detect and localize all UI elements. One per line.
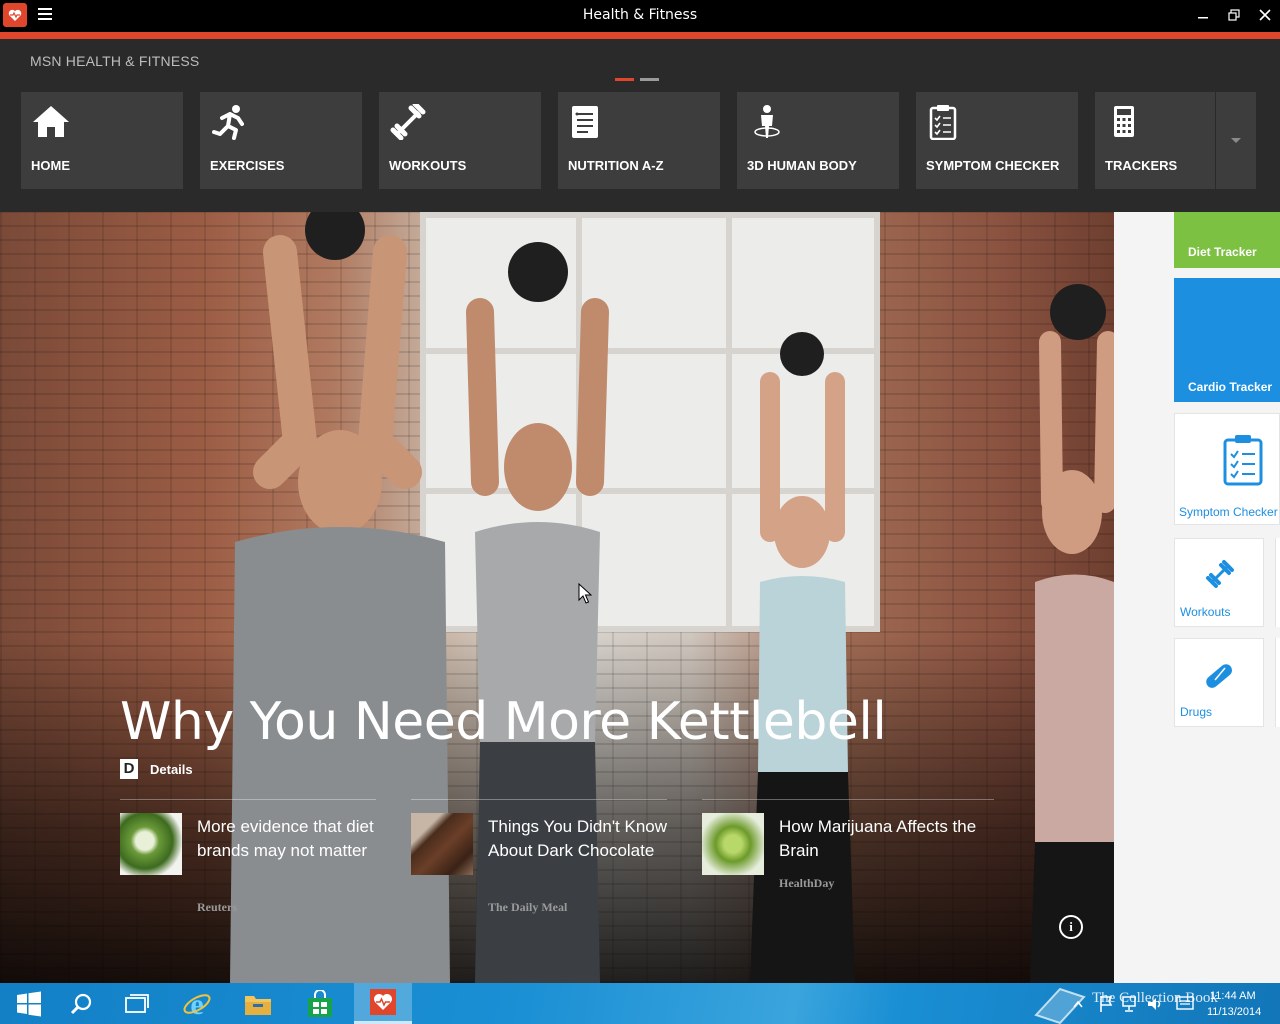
nav-expand-button[interactable] <box>1215 92 1256 189</box>
nav-tile-label: HOME <box>31 158 70 173</box>
tile-edge[interactable] <box>1275 538 1280 627</box>
tile-label: Diet Tracker <box>1188 245 1257 259</box>
app-brand: MSN HEALTH & FITNESS <box>30 53 200 69</box>
nav-tile-label: TRACKERS <box>1105 158 1178 173</box>
nav-tile-symptom-checker[interactable]: SYMPTOM CHECKER <box>916 92 1078 189</box>
story-source: HealthDay <box>779 876 835 890</box>
keyboard-icon[interactable] <box>1176 995 1194 1011</box>
story-headline[interactable]: How Marijuana Affects the Brain <box>779 815 994 863</box>
nav-tile-label: 3D HUMAN BODY <box>747 158 857 173</box>
clock-time[interactable]: 11:44 AM <box>1210 990 1256 1002</box>
nav-tile-workouts[interactable]: WORKOUTS <box>379 92 541 189</box>
nav-tile-nutrition[interactable]: NUTRITION A-Z <box>558 92 720 189</box>
restore-button[interactable] <box>1221 4 1247 26</box>
page-dot-active[interactable] <box>615 78 634 81</box>
search-button[interactable] <box>52 983 110 1024</box>
taskbar: e The Collection Book 11:44 AM 11/13/201… <box>0 983 1280 1024</box>
dumbbell-icon <box>390 104 426 140</box>
task-view-icon <box>125 993 149 1013</box>
action-flag-icon[interactable] <box>1098 995 1114 1013</box>
story-source: Reuters <box>197 900 237 914</box>
minimize-button[interactable] <box>1190 4 1216 26</box>
close-button[interactable] <box>1252 4 1278 26</box>
tile-label: Workouts <box>1180 605 1231 619</box>
person-figure <box>1030 284 1114 983</box>
tile-label: Symptom Checker <box>1179 505 1278 519</box>
chevron-down-icon <box>1231 137 1241 143</box>
symptom-checker-tile[interactable]: Symptom Checker <box>1174 413 1280 525</box>
navigation-area: MSN HEALTH & FITNESS HOME EXERCISES WORK… <box>0 39 1280 212</box>
workouts-tile[interactable]: Workouts <box>1174 538 1264 627</box>
nav-tile-3d-human-body[interactable]: 3D HUMAN BODY <box>737 92 899 189</box>
clipboard-icon <box>929 105 957 140</box>
salad-thumbnail <box>120 813 182 875</box>
story-headline[interactable]: More evidence that diet brands may not m… <box>197 815 377 863</box>
nav-tile-label: SYMPTOM CHECKER <box>926 158 1060 173</box>
marijuana-thumbnail <box>702 813 764 875</box>
nav-tile-label: WORKOUTS <box>389 158 467 173</box>
dumbbell-icon <box>1206 560 1234 588</box>
network-icon[interactable] <box>1121 995 1141 1013</box>
tile-label: Cardio Tracker <box>1188 380 1273 394</box>
volume-icon[interactable] <box>1146 995 1164 1013</box>
details-link[interactable]: Details <box>150 762 193 777</box>
human-body-icon <box>754 105 780 138</box>
file-explorer-icon <box>245 995 271 1015</box>
store-icon <box>308 989 332 1017</box>
diet-tracker-tile[interactable]: Diet Tracker <box>1174 212 1280 268</box>
clock-date[interactable]: 11/13/2014 <box>1207 1006 1261 1018</box>
svg-text:e: e <box>190 989 203 1019</box>
calculator-icon <box>1114 106 1134 137</box>
app-window: Health & Fitness MSN HEALTH & FITNESS HO… <box>0 0 1280 1024</box>
clipboard-icon <box>1223 435 1263 486</box>
nav-tile-trackers[interactable]: TRACKERS <box>1095 92 1215 189</box>
page-dot[interactable] <box>640 78 659 81</box>
nav-tile-home[interactable]: HOME <box>21 92 183 189</box>
internet-explorer-icon: e <box>183 989 211 1019</box>
details-badge: D <box>120 759 138 779</box>
internet-explorer-button[interactable]: e <box>168 983 226 1024</box>
title-bar: Health & Fitness <box>0 0 1280 32</box>
window-title: Health & Fitness <box>582 7 698 23</box>
drugs-tile[interactable]: Drugs <box>1174 638 1264 727</box>
nav-tile-label: EXERCISES <box>210 158 285 173</box>
health-fitness-taskbar-button[interactable] <box>354 983 412 1024</box>
home-icon <box>33 106 69 137</box>
notepad-icon <box>572 106 598 138</box>
tray-expand-icon[interactable] <box>1073 1000 1083 1008</box>
file-explorer-button[interactable] <box>229 983 287 1024</box>
cardio-tracker-tile[interactable]: Cardio Tracker <box>1174 278 1280 402</box>
pill-icon <box>1206 664 1233 688</box>
story-card[interactable]: Things You Didn't Know About Dark Chocol… <box>411 799 668 914</box>
windows-logo-icon <box>17 991 41 1016</box>
start-button[interactable] <box>0 983 58 1024</box>
story-card[interactable]: More evidence that diet brands may not m… <box>120 799 377 914</box>
accent-bar <box>0 32 1280 39</box>
mouse-cursor-icon <box>578 583 592 604</box>
running-icon <box>212 105 244 140</box>
story-source: The Daily Meal <box>488 900 568 914</box>
story-card[interactable]: How Marijuana Affects the Brain HealthDa… <box>702 799 994 890</box>
story-headline[interactable]: Things You Didn't Know About Dark Chocol… <box>488 815 668 863</box>
info-icon[interactable]: i <box>1059 915 1083 939</box>
search-icon <box>70 993 92 1014</box>
health-fitness-icon <box>370 989 396 1015</box>
tile-label: Drugs <box>1180 705 1213 719</box>
chocolate-thumbnail <box>411 813 473 875</box>
tile-edge[interactable] <box>1275 638 1280 727</box>
task-view-button[interactable] <box>108 983 166 1024</box>
hero-title[interactable]: Why You Need More Kettlebell <box>120 692 887 752</box>
store-button[interactable] <box>291 983 349 1024</box>
hero-feature[interactable]: Why You Need More Kettlebell D Details M… <box>0 212 1114 983</box>
nav-tile-exercises[interactable]: EXERCISES <box>200 92 362 189</box>
quick-tiles-panel: Diet Tracker Cardio Tracker Symptom Chec… <box>1114 212 1280 983</box>
nav-tile-label: NUTRITION A-Z <box>568 158 664 173</box>
